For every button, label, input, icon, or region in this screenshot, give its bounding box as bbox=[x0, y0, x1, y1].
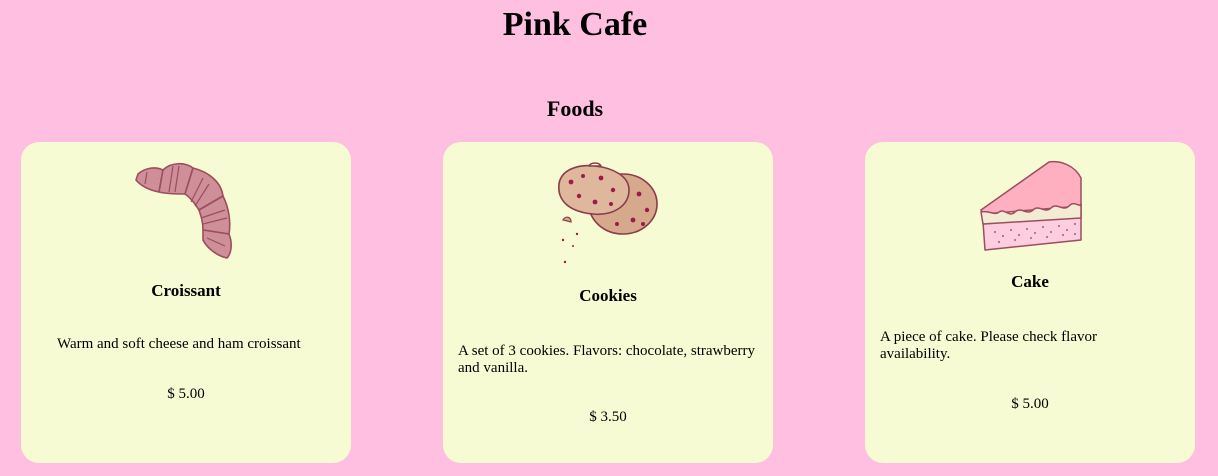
item-name: Cookies bbox=[579, 286, 637, 305]
item-description: Warm and soft cheese and ham croissant bbox=[57, 336, 301, 352]
item-price: $ 3.50 bbox=[589, 409, 627, 425]
site-title: Pink Cafe bbox=[502, 6, 648, 43]
cake-icon bbox=[980, 160, 1082, 251]
menu-card-cake: Cake A piece of cake. Please check flavo… bbox=[865, 142, 1195, 463]
item-description: A piece of cake. Please check flavor ava… bbox=[880, 329, 1097, 362]
item-name: Cake bbox=[1011, 272, 1049, 291]
item-price: $ 5.00 bbox=[1011, 396, 1049, 412]
menu-card-cookies: Cookies A set of 3 cookies. Flavors: cho… bbox=[443, 142, 773, 463]
item-price: $ 5.00 bbox=[167, 386, 205, 402]
item-name: Croissant bbox=[151, 281, 221, 300]
croissant-icon bbox=[135, 162, 232, 259]
cookies-icon bbox=[558, 162, 658, 264]
section-title-foods: Foods bbox=[546, 96, 604, 121]
page: Pink Cafe Foods Croissant Warm and soft … bbox=[0, 0, 1218, 476]
menu-card-croissant: Croissant Warm and soft cheese and ham c… bbox=[21, 142, 351, 463]
item-description: A set of 3 cookies. Flavors: chocolate, … bbox=[458, 343, 756, 376]
